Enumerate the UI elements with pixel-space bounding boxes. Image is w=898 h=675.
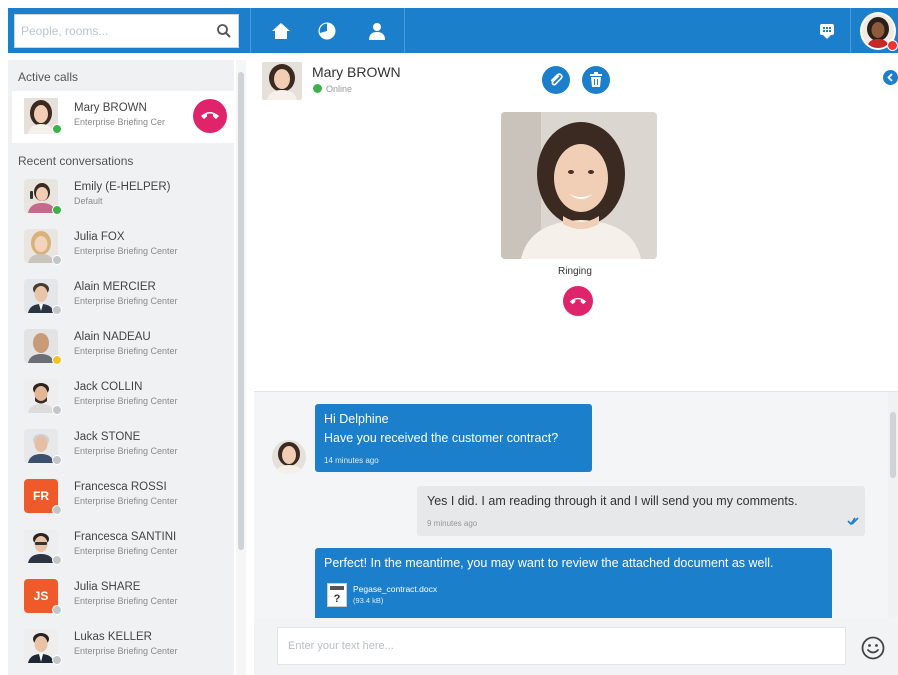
status-dot	[52, 205, 62, 215]
contact-sub: Enterprise Briefing Center	[74, 646, 178, 656]
message-text: Hi Delphine	[324, 412, 389, 426]
attach-button[interactable]	[542, 66, 570, 94]
emoji-icon[interactable]	[860, 635, 886, 661]
message-text: Have you received the customer contract?	[324, 431, 559, 445]
message-input[interactable]	[277, 627, 846, 665]
status-dot	[313, 84, 322, 93]
search-box[interactable]	[14, 14, 239, 48]
avatar	[272, 440, 306, 474]
contact-item[interactable]: Jack STONE Enterprise Briefing Center	[12, 422, 234, 472]
status-dot	[52, 455, 62, 465]
status-dot	[52, 605, 62, 615]
recent-conversations-heading: Recent conversations	[18, 154, 134, 168]
contact-sub: Enterprise Briefing Center	[74, 346, 178, 356]
contact-sub: Enterprise Briefing Center	[74, 446, 178, 456]
contact-sub: Enterprise Briefing Center	[74, 246, 178, 256]
conversation-avatar	[262, 62, 302, 100]
dashboard-button[interactable]	[310, 14, 344, 48]
search-input[interactable]	[21, 15, 211, 47]
home-button[interactable]	[264, 14, 298, 48]
file-icon: ?	[330, 586, 344, 604]
status-dot	[52, 405, 62, 415]
message-time: 14 minutes ago	[324, 456, 379, 465]
contact-name: Francesca SANTINI	[74, 531, 177, 543]
nav-separator	[850, 8, 851, 53]
contact-sub: Enterprise Briefing Center	[74, 546, 178, 556]
contact-name: Alain MERCIER	[74, 281, 156, 293]
call-status: Ringing	[558, 266, 592, 277]
message-text: Yes I did. I am reading through it and I…	[427, 494, 798, 508]
status-dot	[52, 505, 62, 515]
left-scrollbar-thumb[interactable]	[238, 72, 244, 550]
contact-name: Julia FOX	[74, 231, 125, 243]
trash-icon	[590, 72, 602, 87]
collapse-icon	[887, 73, 893, 82]
contact-name: Francesca ROSSI	[74, 481, 167, 493]
nav-separator	[250, 8, 251, 53]
contact-item[interactable]: Julia FOX Enterprise Briefing Center	[12, 222, 234, 272]
message-scrollbar-thumb[interactable]	[890, 412, 896, 478]
message-bubble-incoming[interactable]: Perfect! In the meantime, you may want t…	[315, 548, 832, 618]
hangup-icon	[201, 112, 219, 119]
contact-name: Lukas KELLER	[74, 631, 152, 643]
hangup-button[interactable]	[193, 99, 227, 133]
contact-item[interactable]: Alain MERCIER Enterprise Briefing Center	[12, 272, 234, 322]
contact-name: Emily (E-HELPER)	[74, 181, 171, 193]
conversation-name: Mary BROWN	[312, 64, 401, 80]
active-call-sub: Enterprise Briefing Cer	[74, 117, 166, 127]
paperclip-icon	[550, 73, 563, 86]
message-list[interactable]: Hi Delphine Have you received the custom…	[254, 392, 888, 618]
status-dot	[52, 555, 62, 565]
hangup-icon	[569, 297, 587, 304]
collapse-button[interactable]	[883, 70, 898, 85]
nav-separator	[404, 8, 405, 53]
read-receipt-icon	[847, 517, 859, 526]
contact-item[interactable]: Emily (E-HELPER) Default	[12, 172, 234, 222]
active-calls-heading: Active calls	[18, 70, 79, 84]
conversation-status: Online	[326, 84, 353, 94]
status-dot	[52, 124, 62, 134]
contact-name: Julia SHARE	[74, 581, 141, 593]
status-dot	[52, 655, 62, 665]
contact-item[interactable]: JS Julia SHARE Enterprise Briefing Cente…	[12, 572, 234, 622]
contact-sub: Enterprise Briefing Center	[74, 596, 178, 606]
status-dot	[52, 305, 62, 315]
status-dot	[52, 355, 62, 365]
contact-name: Jack STONE	[74, 431, 141, 443]
hangup-button[interactable]	[563, 286, 593, 316]
active-call-item[interactable]: Mary BROWN Enterprise Briefing Cer	[12, 91, 234, 143]
dashboard-icon	[318, 22, 336, 40]
message-bubble-incoming[interactable]: Hi Delphine Have you received the custom…	[315, 404, 592, 472]
contact-sub: Enterprise Briefing Center	[74, 496, 178, 506]
top-bar	[0, 0, 898, 60]
contacts-button[interactable]	[360, 14, 394, 48]
contact-sub: Enterprise Briefing Center	[74, 396, 178, 406]
apps-button[interactable]	[810, 14, 844, 48]
message-time: 9 minutes ago	[427, 519, 478, 528]
svg-text:?: ?	[334, 593, 341, 604]
contact-item[interactable]: FR Francesca ROSSI Enterprise Briefing C…	[12, 472, 234, 522]
message-text: Perfect! In the meantime, you may want t…	[324, 556, 774, 570]
attachment-name[interactable]: Pegase_contract.docx	[353, 584, 437, 594]
contact-name: Jack COLLIN	[74, 381, 143, 393]
search-icon[interactable]	[216, 23, 232, 39]
attachment-file[interactable]: ?	[327, 583, 347, 607]
apps-icon	[820, 24, 834, 39]
contact-item[interactable]: Jack COLLIN Enterprise Briefing Center	[12, 372, 234, 422]
contact-item[interactable]: Alain NADEAU Enterprise Briefing Center	[12, 322, 234, 372]
contact-name: Alain NADEAU	[74, 331, 151, 343]
home-icon	[272, 23, 290, 39]
active-call-name: Mary BROWN	[74, 102, 147, 114]
status-dot	[52, 255, 62, 265]
contact-sub: Enterprise Briefing Center	[74, 296, 178, 306]
delete-button[interactable]	[582, 66, 610, 94]
user-status-dot	[887, 40, 898, 51]
caller-photo	[501, 112, 657, 259]
contacts-icon	[369, 23, 385, 40]
contact-item[interactable]: Francesca SANTINI Enterprise Briefing Ce…	[12, 522, 234, 572]
message-bubble-outgoing[interactable]: Yes I did. I am reading through it and I…	[417, 486, 865, 536]
contact-sub: Default	[74, 196, 103, 206]
attachment-size: (93.4 kB)	[353, 596, 384, 605]
contact-item[interactable]: Lukas KELLER Enterprise Briefing Center	[12, 622, 234, 672]
